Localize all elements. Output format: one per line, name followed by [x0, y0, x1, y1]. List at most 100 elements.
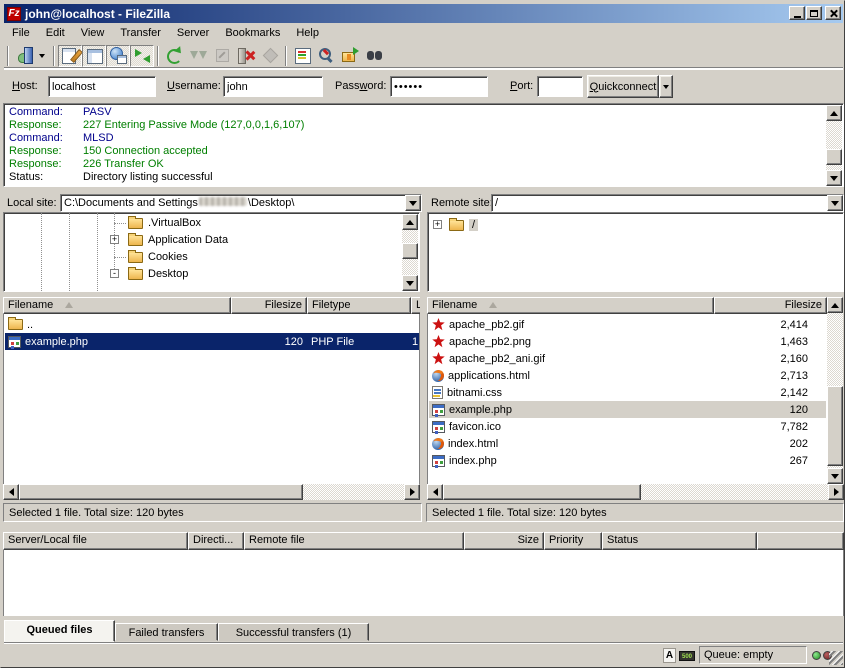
- collapse-icon[interactable]: -: [110, 269, 119, 278]
- scrollbar-thumb[interactable]: [826, 149, 842, 165]
- remote-site-dropdown-button[interactable]: [827, 195, 843, 211]
- tab-failed-transfers[interactable]: Failed transfers: [115, 623, 218, 641]
- menu-edit[interactable]: Edit: [38, 25, 73, 41]
- transfer-queue-list[interactable]: [3, 550, 844, 616]
- file-row[interactable]: applications.html2,713: [429, 367, 826, 384]
- tab-queued-files[interactable]: Queued files: [4, 620, 115, 642]
- tab-successful-transfers[interactable]: Successful transfers (1): [218, 623, 369, 641]
- tree-item-application-data[interactable]: + Application Data: [4, 232, 384, 248]
- column-header-filename[interactable]: Filename: [3, 297, 231, 314]
- local-directory-tree: .VirtualBox + Application Data Cookies -…: [3, 212, 420, 292]
- column-header-size[interactable]: Size: [464, 532, 544, 550]
- tree-item-virtualbox[interactable]: .VirtualBox: [4, 215, 384, 231]
- toggle-transfer-queue-button[interactable]: [130, 45, 154, 67]
- file-row[interactable]: bitnami.css2,142: [429, 384, 826, 401]
- folder-icon: [449, 220, 464, 231]
- scrollbar-thumb[interactable]: [19, 484, 303, 500]
- scroll-left-button[interactable]: [3, 484, 19, 500]
- scrollbar-thumb[interactable]: [827, 386, 843, 466]
- menu-help[interactable]: Help: [288, 25, 327, 41]
- port-input[interactable]: [537, 76, 583, 97]
- maximize-button[interactable]: [806, 6, 822, 20]
- menu-file[interactable]: File: [4, 25, 38, 41]
- resize-grip[interactable]: [829, 651, 843, 665]
- scroll-down-button[interactable]: [402, 275, 418, 291]
- username-input[interactable]: [223, 76, 323, 97]
- remote-site-combo[interactable]: /: [491, 194, 844, 212]
- log-line: Response:150 Connection accepted: [9, 145, 823, 158]
- minimize-icon: [794, 16, 801, 18]
- column-header-filetype[interactable]: Filetype: [307, 297, 411, 314]
- scroll-up-button[interactable]: [402, 214, 418, 230]
- quickconnect-button[interactable]: Quickconnect: [587, 75, 659, 98]
- reconnect-button[interactable]: [258, 45, 282, 67]
- filter-button[interactable]: [290, 45, 314, 67]
- scroll-down-button[interactable]: [827, 468, 843, 484]
- column-header-remote-file[interactable]: Remote file: [244, 532, 464, 550]
- scroll-right-button[interactable]: [404, 484, 420, 500]
- quickconnect-dropdown-button[interactable]: [659, 75, 673, 98]
- file-row[interactable]: favicon.ico7,782: [429, 418, 826, 435]
- remote-vertical-scrollbar[interactable]: [827, 297, 843, 484]
- file-row[interactable]: apache_pb2.gif2,414: [429, 316, 826, 333]
- process-queue-button[interactable]: [186, 45, 210, 67]
- refresh-button[interactable]: [162, 45, 186, 67]
- column-header-lastmodified[interactable]: L: [411, 297, 420, 314]
- scrollbar-thumb[interactable]: [402, 243, 418, 259]
- column-header-server-local-file[interactable]: Server/Local file: [3, 532, 188, 550]
- toggle-remote-tree-button[interactable]: [106, 45, 130, 67]
- close-button[interactable]: [825, 6, 841, 20]
- expand-icon[interactable]: +: [433, 220, 442, 229]
- minimize-button[interactable]: [789, 6, 805, 20]
- tree-item-desktop[interactable]: - Desktop: [4, 266, 384, 282]
- title-bar[interactable]: Fz john@localhost - FileZilla: [4, 4, 843, 23]
- column-header-filesize[interactable]: Filesize: [231, 297, 307, 314]
- file-row[interactable]: index.php267: [429, 452, 826, 469]
- sort-ascending-icon: [65, 302, 73, 308]
- synchronized-browsing-button[interactable]: [338, 45, 362, 67]
- file-row-parent-dir[interactable]: ..: [5, 316, 419, 333]
- file-row[interactable]: index.html202: [429, 435, 826, 452]
- scroll-down-button[interactable]: [826, 170, 842, 186]
- menu-server[interactable]: Server: [169, 25, 217, 41]
- file-row-selected[interactable]: example.php120: [429, 401, 826, 418]
- menu-bookmarks[interactable]: Bookmarks: [217, 25, 288, 41]
- column-header-direction[interactable]: Directi...: [188, 532, 244, 550]
- site-manager-button[interactable]: [12, 45, 50, 67]
- menu-transfer[interactable]: Transfer: [112, 25, 169, 41]
- expand-icon[interactable]: +: [110, 235, 119, 244]
- host-input[interactable]: [48, 76, 156, 97]
- file-row[interactable]: apache_pb2_ani.gif2,160: [429, 350, 826, 367]
- tree-item-cookies[interactable]: Cookies: [4, 249, 384, 265]
- process-queue-icon: [190, 47, 207, 64]
- local-site-combo[interactable]: C:\Documents and Settings\Desktop\: [60, 194, 422, 212]
- toggle-message-log-button[interactable]: [58, 45, 82, 67]
- column-header-filesize[interactable]: Filesize: [714, 297, 827, 314]
- find-files-button[interactable]: [362, 45, 386, 67]
- file-row[interactable]: apache_pb2.png1,463: [429, 333, 826, 350]
- column-header-filename[interactable]: Filename: [427, 297, 714, 314]
- scroll-right-button[interactable]: [828, 484, 844, 500]
- menu-view[interactable]: View: [73, 25, 113, 41]
- file-row-example-php[interactable]: example.php 120 PHP File 1: [5, 333, 419, 350]
- local-site-dropdown-button[interactable]: [405, 195, 421, 211]
- directory-comparison-button[interactable]: [314, 45, 338, 67]
- scrollbar-thumb[interactable]: [443, 484, 641, 500]
- column-header-status[interactable]: Status: [602, 532, 757, 550]
- local-horizontal-scrollbar[interactable]: [3, 484, 420, 500]
- message-log-icon: [62, 47, 79, 64]
- tree-item-root[interactable]: + /: [428, 217, 808, 233]
- scroll-left-button[interactable]: [427, 484, 443, 500]
- local-tree-scrollbar[interactable]: [402, 214, 418, 291]
- toggle-local-tree-button[interactable]: [82, 45, 106, 67]
- scroll-up-button[interactable]: [826, 105, 842, 121]
- log-line: Command:PASV: [9, 106, 823, 119]
- cancel-operation-button[interactable]: [210, 45, 234, 67]
- password-input[interactable]: [390, 76, 488, 97]
- scroll-up-button[interactable]: [827, 297, 843, 313]
- log-scrollbar[interactable]: [826, 105, 842, 186]
- disconnect-button[interactable]: [234, 45, 258, 67]
- remote-horizontal-scrollbar[interactable]: [427, 484, 844, 500]
- column-header-priority[interactable]: Priority: [544, 532, 602, 550]
- redacted-username: [199, 197, 247, 206]
